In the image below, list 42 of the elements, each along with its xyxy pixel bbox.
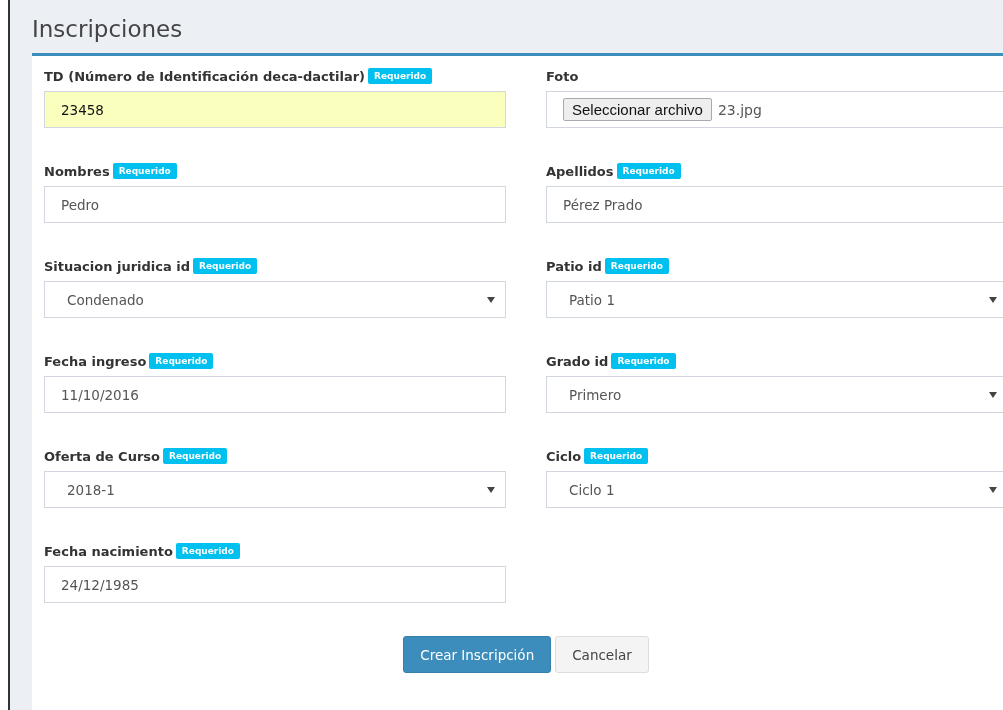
field-label: Situacion juridica id — [44, 258, 191, 274]
field-label: Foto — [546, 68, 579, 84]
caret-icon — [989, 391, 997, 398]
text-field[interactable]: 24/12/1985 — [44, 566, 506, 603]
cancel-button[interactable]: Cancelar — [555, 636, 649, 673]
create-button[interactable]: Crear Inscripción — [403, 636, 552, 673]
text-field[interactable]: Pérez Prado — [546, 186, 1003, 223]
file-field[interactable]: Seleccionar archivo 23.jpg — [546, 91, 1003, 128]
field-label: Apellidos — [546, 163, 614, 179]
text-field[interactable]: 23458 — [44, 91, 506, 128]
caret-icon — [989, 296, 997, 303]
field-label: Patio id — [546, 258, 602, 274]
field-label: Oferta de Curso — [44, 448, 160, 464]
required-badge: Requerido — [163, 448, 228, 464]
field-label: Ciclo — [546, 448, 582, 464]
required-badge: Requerido — [604, 258, 669, 274]
field-label: Fecha ingreso — [44, 353, 147, 369]
field-label: TD (Número de Identificación deca-dactilar) — [44, 68, 366, 84]
required-badge: Requerido — [175, 543, 240, 559]
required-badge: Requerido — [149, 353, 214, 369]
select-field[interactable]: Condenado — [44, 281, 506, 318]
required-badge: Requerido — [112, 163, 177, 179]
choose-file-button[interactable]: Seleccionar archivo — [563, 98, 712, 121]
field-label: Nombres — [44, 163, 110, 179]
page-title: Inscripciones — [32, 15, 183, 44]
text-field[interactable]: 11/10/2016 — [44, 376, 506, 413]
required-badge: Requerido — [368, 68, 433, 84]
caret-icon — [487, 296, 495, 303]
select-field[interactable]: 2018-1 — [44, 471, 506, 508]
caret-icon — [487, 486, 495, 493]
field-label: Grado id — [546, 353, 609, 369]
select-field[interactable]: Ciclo 1 — [546, 471, 1003, 508]
required-badge: Requerido — [611, 353, 676, 369]
required-badge: Requerido — [193, 258, 258, 274]
select-field[interactable]: Primero — [546, 376, 1003, 413]
field-label: Fecha nacimiento — [44, 543, 173, 559]
required-badge: Requerido — [616, 163, 681, 179]
required-badge: Requerido — [584, 448, 649, 464]
caret-icon — [989, 486, 997, 493]
text-field[interactable]: Pedro — [44, 186, 506, 223]
select-field[interactable]: Patio 1 — [546, 281, 1003, 318]
file-name: 23.jpg — [717, 101, 762, 118]
